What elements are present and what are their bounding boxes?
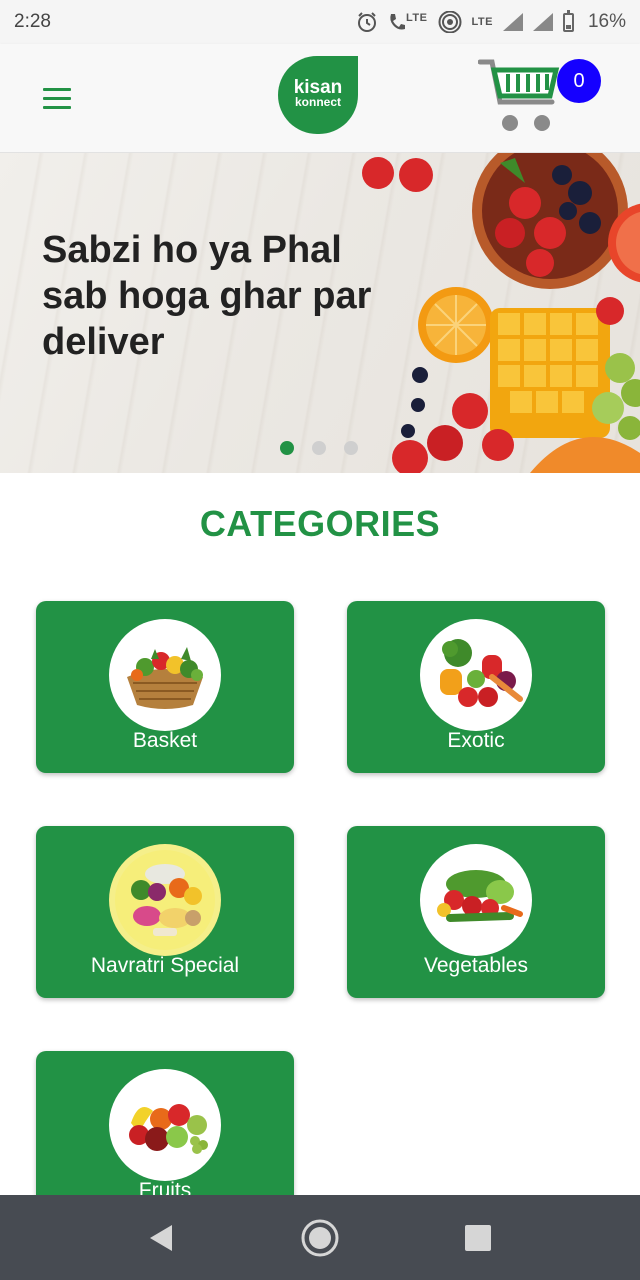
category-card-vegetables[interactable]: Vegetables (347, 826, 605, 998)
kisan-konnect-logo[interactable]: kisan konnect (278, 56, 358, 134)
promo-banner[interactable]: Sabzi ho ya Phal sab hoga ghar par deliv… (0, 153, 640, 473)
category-label-navratri-special: Navratri Special (90, 954, 240, 977)
status-bar: 2:28 LTE LTE 16% (0, 0, 640, 44)
signal-icon-2 (532, 13, 553, 31)
home-icon[interactable] (297, 1215, 343, 1261)
signal-icon (502, 13, 523, 31)
back-icon[interactable] (140, 1215, 186, 1261)
carousel-indicators (280, 441, 358, 455)
app-header: kisan konnect (0, 44, 640, 153)
exotic-vegetables-image (420, 619, 532, 731)
category-card-navratri-special[interactable]: Navratri Special (36, 826, 294, 998)
battery-icon (562, 9, 574, 32)
lte-label: LTE (406, 12, 428, 24)
carousel-dot-2[interactable] (312, 441, 326, 455)
fruits-image (109, 1069, 221, 1181)
status-icons: LTE LTE 16% (356, 9, 626, 33)
category-label-basket: Basket (132, 729, 198, 752)
category-card-exotic[interactable]: Exotic (347, 601, 605, 773)
fruit-platter-image (362, 153, 640, 473)
cart-count-badge: 0 (557, 59, 601, 103)
recents-icon[interactable] (455, 1215, 501, 1261)
vegetables-image (420, 844, 532, 956)
alarm-icon (358, 12, 377, 32)
navratri-special-image (109, 844, 221, 956)
lte-label-2: LTE (471, 16, 493, 28)
hotspot-icon (438, 11, 461, 33)
carousel-dot-3[interactable] (344, 441, 358, 455)
category-label-vegetables: Vegetables (424, 954, 528, 977)
system-navigation-bar (0, 1195, 640, 1280)
category-label-exotic: Exotic (447, 729, 505, 752)
hamburger-menu-icon[interactable] (36, 82, 78, 114)
carousel-dot-1[interactable] (280, 441, 294, 455)
phone-icon (390, 14, 406, 30)
category-card-basket[interactable]: Basket (36, 601, 294, 773)
status-time: 2:28 (14, 11, 51, 32)
battery-percent: 16% (587, 11, 626, 32)
basket-image (109, 619, 221, 731)
categories-heading: CATEGORIES (199, 503, 441, 544)
logo-subtext: konnect (294, 95, 341, 109)
